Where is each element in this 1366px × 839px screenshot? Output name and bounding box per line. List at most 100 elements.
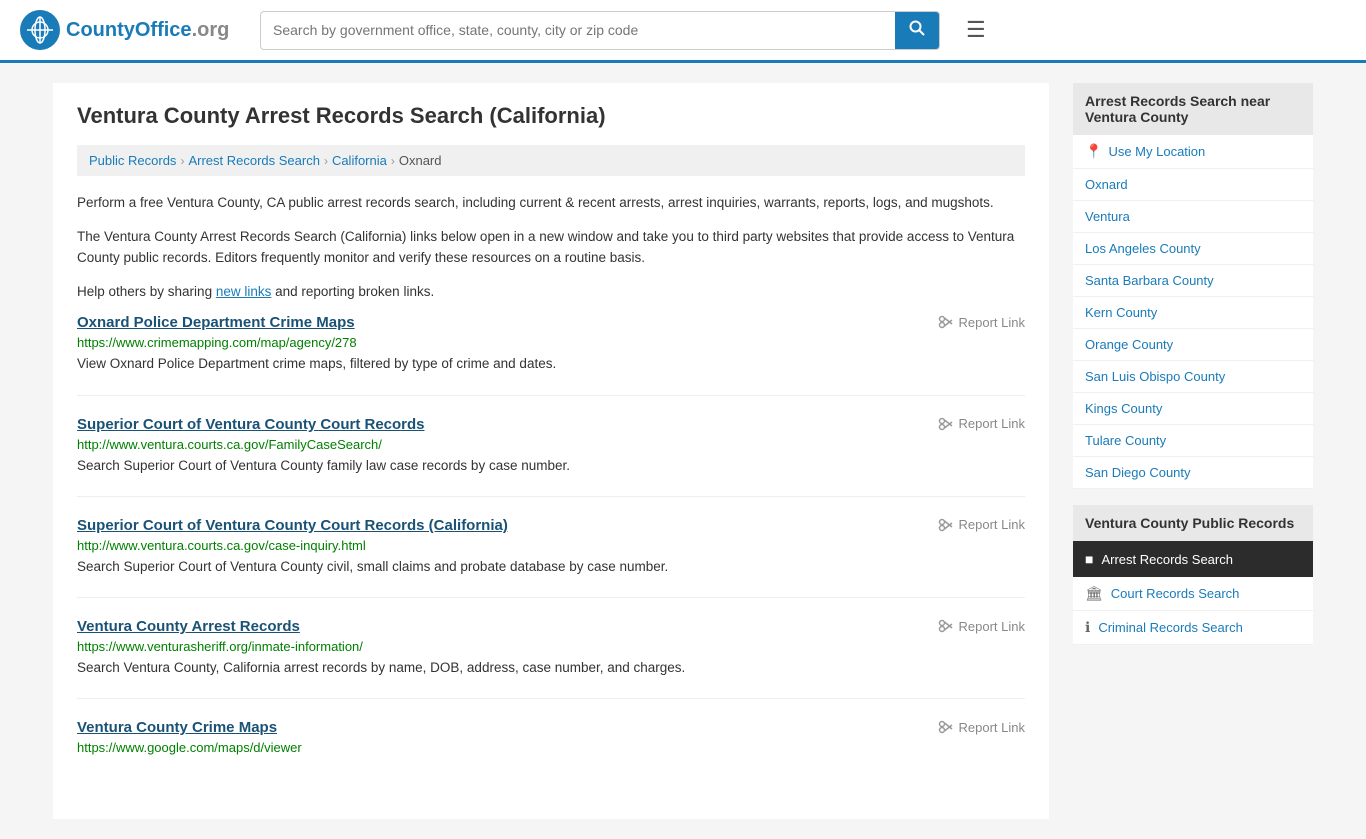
report-link-button[interactable]: Report Link xyxy=(938,517,1025,533)
nearby-link[interactable]: Kern County xyxy=(1085,305,1157,320)
report-link-button[interactable]: Report Link xyxy=(938,314,1025,330)
breadcrumb-california[interactable]: California xyxy=(332,153,387,168)
public-records-list: ■ Arrest Records Search 🏛 Court Records Sea… xyxy=(1073,541,1313,645)
report-link-label: Report Link xyxy=(959,619,1025,634)
desc3-prefix: Help others by sharing xyxy=(77,284,216,299)
record-title-link[interactable]: Oxnard Police Department Crime Maps xyxy=(77,314,355,331)
record-header: Ventura County Arrest Records Report Lin… xyxy=(77,618,1025,635)
sidebar: Arrest Records Search near Ventura Count… xyxy=(1073,83,1313,819)
description-2: The Ventura County Arrest Records Search… xyxy=(77,226,1025,269)
nearby-link-item: Los Angeles County xyxy=(1073,233,1313,265)
nearby-link-item: Tulare County xyxy=(1073,425,1313,457)
description-3: Help others by sharing new links and rep… xyxy=(77,281,1025,303)
record-item: Ventura County Arrest Records Report Lin… xyxy=(77,618,1025,699)
use-location-label: Use My Location xyxy=(1108,144,1205,159)
report-link-button[interactable]: Report Link xyxy=(938,719,1025,735)
site-header: CountyOffice.org ☰ xyxy=(0,0,1366,63)
nearby-link[interactable]: Tulare County xyxy=(1085,433,1166,448)
public-record-link[interactable]: Criminal Records Search xyxy=(1098,620,1243,635)
nearby-link[interactable]: San Luis Obispo County xyxy=(1085,369,1225,384)
record-url: https://www.venturasheriff.org/inmate-in… xyxy=(77,639,1025,654)
use-location-item[interactable]: 📍 Use My Location xyxy=(1073,135,1313,169)
record-title-link[interactable]: Superior Court of Ventura County Court R… xyxy=(77,416,425,433)
logo-area: CountyOffice.org xyxy=(20,10,240,50)
breadcrumb-sep-2: › xyxy=(324,154,328,168)
search-input[interactable] xyxy=(261,14,895,46)
search-bar xyxy=(260,11,940,50)
public-record-active-item[interactable]: ■ Arrest Records Search xyxy=(1073,541,1313,577)
search-button[interactable] xyxy=(895,12,939,49)
logo-suffix: .org xyxy=(192,19,230,41)
nearby-link-item: Ventura xyxy=(1073,201,1313,233)
report-link-label: Report Link xyxy=(959,315,1025,330)
public-record-link-item: 🏛 Court Records Search xyxy=(1073,577,1313,611)
record-title-link[interactable]: Ventura County Crime Maps xyxy=(77,719,277,736)
report-link-button[interactable]: Report Link xyxy=(938,618,1025,634)
new-links-link[interactable]: new links xyxy=(216,284,272,299)
record-header: Superior Court of Ventura County Court R… xyxy=(77,517,1025,534)
logo-icon xyxy=(20,10,60,50)
active-item-label: Arrest Records Search xyxy=(1101,552,1233,567)
nearby-link[interactable]: Ventura xyxy=(1085,209,1130,224)
record-url: http://www.ventura.courts.ca.gov/case-in… xyxy=(77,538,1025,553)
breadcrumb-arrest-records[interactable]: Arrest Records Search xyxy=(188,153,320,168)
record-title-link[interactable]: Ventura County Arrest Records xyxy=(77,618,300,635)
record-description: Search Ventura County, California arrest… xyxy=(77,658,1025,678)
record-item-icon: ℹ xyxy=(1085,619,1090,636)
logo-name: CountyOffice xyxy=(66,19,192,41)
nearby-link[interactable]: Orange County xyxy=(1085,337,1173,352)
record-item: Superior Court of Ventura County Court R… xyxy=(77,416,1025,497)
nearby-link-item: Kings County xyxy=(1073,393,1313,425)
scissors-icon xyxy=(938,314,954,330)
record-url: https://www.crimemapping.com/map/agency/… xyxy=(77,335,1025,350)
scissors-icon xyxy=(938,618,954,634)
record-title-link[interactable]: Superior Court of Ventura County Court R… xyxy=(77,517,508,534)
nearby-link[interactable]: San Diego County xyxy=(1085,465,1191,480)
main-container: Ventura County Arrest Records Search (Ca… xyxy=(33,63,1333,839)
nearby-link-item: San Diego County xyxy=(1073,457,1313,489)
record-item: Ventura County Crime Maps Report Link ht… xyxy=(77,719,1025,779)
nearby-link[interactable]: Oxnard xyxy=(1085,177,1128,192)
record-item-icon: 🏛 xyxy=(1085,585,1103,602)
nearby-link[interactable]: Kings County xyxy=(1085,401,1162,416)
breadcrumb-sep-3: › xyxy=(391,154,395,168)
nearby-link-item: Orange County xyxy=(1073,329,1313,361)
record-description: View Oxnard Police Department crime maps… xyxy=(77,354,1025,374)
nearby-section: Arrest Records Search near Ventura Count… xyxy=(1073,83,1313,489)
nearby-link[interactable]: Santa Barbara County xyxy=(1085,273,1214,288)
report-link-button[interactable]: Report Link xyxy=(938,416,1025,432)
record-header: Oxnard Police Department Crime Maps Repo… xyxy=(77,314,1025,331)
report-link-label: Report Link xyxy=(959,517,1025,532)
record-header: Ventura County Crime Maps Report Link xyxy=(77,719,1025,736)
public-record-link[interactable]: Court Records Search xyxy=(1111,586,1240,601)
breadcrumb: Public Records › Arrest Records Search ›… xyxy=(77,145,1025,176)
breadcrumb-sep-1: › xyxy=(180,154,184,168)
nearby-link-item: Oxnard xyxy=(1073,169,1313,201)
record-url: http://www.ventura.courts.ca.gov/FamilyC… xyxy=(77,437,1025,452)
record-url: https://www.google.com/maps/d/viewer xyxy=(77,740,1025,755)
record-header: Superior Court of Ventura County Court R… xyxy=(77,416,1025,433)
public-records-section: Ventura County Public Records ■ Arrest Re… xyxy=(1073,505,1313,645)
record-description: Search Superior Court of Ventura County … xyxy=(77,557,1025,577)
report-link-label: Report Link xyxy=(959,416,1025,431)
logo-text: CountyOffice.org xyxy=(66,19,229,42)
nearby-link[interactable]: Los Angeles County xyxy=(1085,241,1201,256)
record-description: Search Superior Court of Ventura County … xyxy=(77,456,1025,476)
public-record-link-item: ℹ Criminal Records Search xyxy=(1073,611,1313,645)
scissors-icon xyxy=(938,719,954,735)
hamburger-menu-button[interactable]: ☰ xyxy=(960,11,992,49)
nearby-section-title: Arrest Records Search near Ventura Count… xyxy=(1073,83,1313,135)
records-container: Oxnard Police Department Crime Maps Repo… xyxy=(77,314,1025,779)
nearby-link-item: Kern County xyxy=(1073,297,1313,329)
breadcrumb-public-records[interactable]: Public Records xyxy=(89,153,176,168)
breadcrumb-ventura-county: Oxnard xyxy=(399,153,442,168)
nearby-link-item: Santa Barbara County xyxy=(1073,265,1313,297)
public-records-title: Ventura County Public Records xyxy=(1073,505,1313,541)
pin-icon: 📍 xyxy=(1085,143,1102,160)
nearby-link-item: San Luis Obispo County xyxy=(1073,361,1313,393)
page-title: Ventura County Arrest Records Search (Ca… xyxy=(77,103,1025,129)
content-area: Ventura County Arrest Records Search (Ca… xyxy=(53,83,1049,819)
active-item-icon: ■ xyxy=(1085,551,1093,567)
record-item: Superior Court of Ventura County Court R… xyxy=(77,517,1025,598)
report-link-label: Report Link xyxy=(959,720,1025,735)
